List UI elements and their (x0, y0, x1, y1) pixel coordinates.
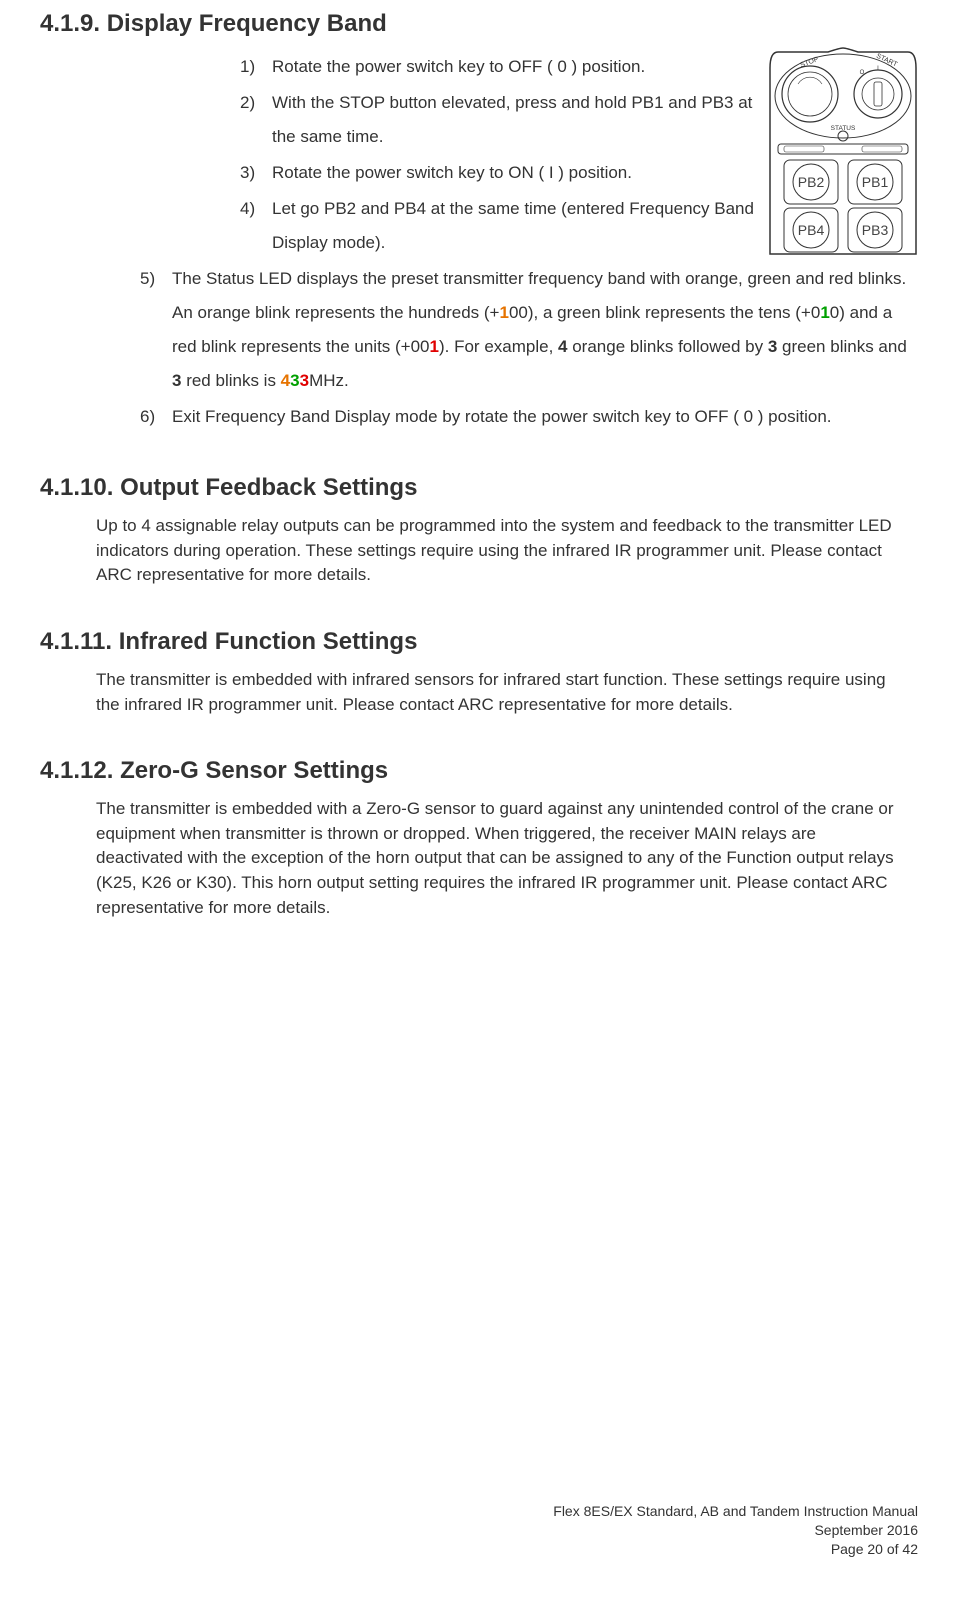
heading-4-1-11: 4.1.11. Infrared Function Settings (40, 628, 938, 656)
step-text: With the STOP button elevated, press and… (272, 86, 780, 154)
page-footer: Flex 8ES/EX Standard, AB and Tandem Inst… (553, 1502, 918, 1559)
svg-text:I: I (877, 66, 879, 72)
step-number: 4) (240, 192, 272, 260)
list-item: 2) With the STOP button elevated, press … (240, 86, 780, 154)
heading-4-1-12: 4.1.12. Zero-G Sensor Settings (40, 757, 938, 785)
step-text: Let go PB2 and PB4 at the same time (ent… (272, 192, 780, 260)
step-text: Rotate the power switch key to OFF ( 0 )… (272, 50, 780, 84)
step-number: 5) (140, 262, 172, 398)
footer-line: Flex 8ES/EX Standard, AB and Tandem Inst… (553, 1502, 918, 1521)
svg-text:STATUS: STATUS (831, 125, 856, 132)
paragraph: Up to 4 assignable relay outputs can be … (96, 514, 898, 588)
svg-text:PB4: PB4 (798, 222, 825, 238)
footer-line: Page 20 of 42 (553, 1540, 918, 1559)
list-item: 6) Exit Frequency Band Display mode by r… (140, 400, 918, 434)
heading-4-1-10: 4.1.10. Output Feedback Settings (40, 474, 938, 502)
step-number: 2) (240, 86, 272, 154)
step-number: 3) (240, 156, 272, 190)
step-number: 1) (240, 50, 272, 84)
footer-line: September 2016 (553, 1521, 918, 1540)
list-item: 5) The Status LED displays the preset tr… (140, 262, 918, 398)
document-page: 4.1.9. Display Frequency Band 1) Rotate … (0, 0, 978, 960)
step-text: The Status LED displays the preset trans… (172, 262, 918, 398)
svg-text:PB1: PB1 (862, 174, 889, 190)
step-text: Exit Frequency Band Display mode by rota… (172, 400, 918, 434)
paragraph: The transmitter is embedded with infrare… (96, 668, 898, 717)
svg-text:PB3: PB3 (862, 222, 889, 238)
paragraph: The transmitter is embedded with a Zero-… (96, 797, 898, 920)
svg-text:PB2: PB2 (798, 174, 825, 190)
svg-text:O: O (860, 70, 865, 76)
heading-4-1-9: 4.1.9. Display Frequency Band (40, 10, 938, 38)
list-item: 3) Rotate the power switch key to ON ( I… (240, 156, 780, 190)
list-item: 1) Rotate the power switch key to OFF ( … (240, 50, 780, 84)
step-text: Rotate the power switch key to ON ( I ) … (272, 156, 780, 190)
list-item: 4) Let go PB2 and PB4 at the same time (… (240, 192, 780, 260)
step-number: 6) (140, 400, 172, 434)
transmitter-diagram: STOP START O I STATUS P (758, 44, 928, 258)
